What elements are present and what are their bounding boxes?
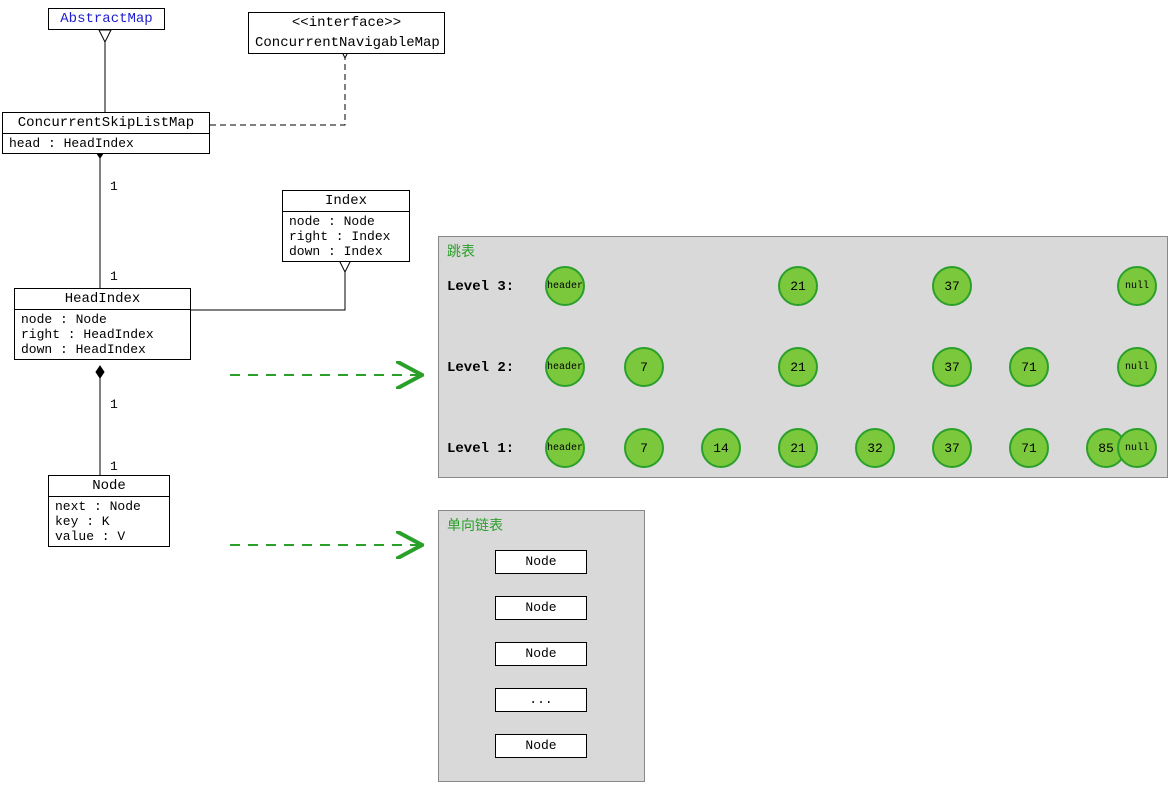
list-node: Node	[495, 734, 587, 758]
class-title: Node	[49, 476, 169, 497]
mult-1: 1	[110, 179, 118, 194]
skip-node: 37	[932, 347, 972, 387]
skip-node: 7	[624, 347, 664, 387]
skip-node: 21	[778, 347, 818, 387]
field: node : Node	[289, 214, 403, 229]
list-node: Node	[495, 642, 587, 666]
class-node: Node next : Node key : K value : V	[48, 475, 170, 547]
label-level1: Level 1:	[447, 441, 514, 457]
skip-node-null: null	[1117, 428, 1157, 468]
skip-node: 32	[855, 428, 895, 468]
skip-node: 37	[932, 266, 972, 306]
mult-1d: 1	[110, 459, 118, 474]
class-index: Index node : Node right : Index down : I…	[282, 190, 410, 262]
field: head : HeadIndex	[3, 134, 209, 153]
list-node: Node	[495, 550, 587, 574]
field: node : Node	[21, 312, 184, 327]
linkedlist-title: 单向链表	[447, 515, 503, 535]
class-headindex: HeadIndex node : Node right : HeadIndex …	[14, 288, 191, 360]
skip-node: 37	[932, 428, 972, 468]
class-title: AbstractMap	[49, 9, 164, 29]
class-title: HeadIndex	[15, 289, 190, 310]
skip-node: 21	[778, 266, 818, 306]
field: right : HeadIndex	[21, 327, 184, 342]
skip-node: 7	[624, 428, 664, 468]
skip-node: 14	[701, 428, 741, 468]
skip-node-null: null	[1117, 347, 1157, 387]
list-node: Node	[495, 596, 587, 620]
skip-node: 71	[1009, 347, 1049, 387]
label-level2: Level 2:	[447, 360, 514, 376]
skip-node-header: header	[545, 428, 585, 468]
skip-node-header: header	[545, 347, 585, 387]
stereotype: <<interface>>	[249, 13, 444, 33]
class-title: ConcurrentSkipListMap	[3, 113, 209, 134]
list-node-dots: ...	[495, 688, 587, 712]
field: down : Index	[289, 244, 403, 259]
class-cslm: ConcurrentSkipListMap head : HeadIndex	[2, 112, 210, 154]
mult-1b: 1	[110, 269, 118, 284]
class-title: Index	[283, 191, 409, 212]
skip-node: 21	[778, 428, 818, 468]
interface-name: ConcurrentNavigableMap	[249, 33, 444, 53]
field: key : K	[55, 514, 163, 529]
field: right : Index	[289, 229, 403, 244]
interface-cnm: <<interface>> ConcurrentNavigableMap	[248, 12, 445, 54]
label-level3: Level 3:	[447, 279, 514, 295]
class-abstractmap: AbstractMap	[48, 8, 165, 30]
field: value : V	[55, 529, 163, 544]
field: down : HeadIndex	[21, 342, 184, 357]
skip-node-header: header	[545, 266, 585, 306]
mult-1c: 1	[110, 397, 118, 412]
skip-node-null: null	[1117, 266, 1157, 306]
skiplist-title: 跳表	[447, 241, 475, 261]
skip-node: 71	[1009, 428, 1049, 468]
field: next : Node	[55, 499, 163, 514]
